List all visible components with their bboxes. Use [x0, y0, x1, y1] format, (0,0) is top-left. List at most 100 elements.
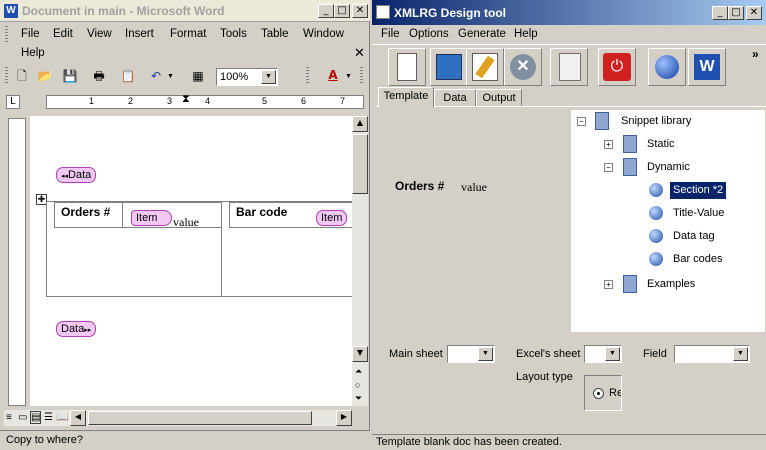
toolbar-grip[interactable]	[5, 67, 8, 85]
tree-item-section[interactable]: Section *2	[668, 181, 728, 200]
close-icon[interactable]: ✕	[746, 6, 762, 20]
print-icon[interactable]: 🖶	[89, 66, 109, 86]
menu-format[interactable]: Format	[170, 25, 206, 43]
snippet-tree[interactable]: − Snippet library + Static − Dynamic Sec…	[571, 110, 765, 332]
vertical-scrollbar[interactable]: ▲ ▼ ⏶ ○ ⏷	[352, 116, 368, 406]
scroll-right-icon[interactable]: ▶	[336, 410, 352, 426]
maximize-icon[interactable]: □	[334, 4, 350, 18]
xmlrg-app-icon	[376, 5, 390, 19]
tree-item-dynamic[interactable]: Dynamic	[647, 159, 690, 176]
scroll-up-icon[interactable]: ▲	[352, 116, 368, 132]
menu-view[interactable]: View	[87, 25, 112, 43]
column-marker-icon[interactable]: ⧗	[182, 93, 190, 106]
outline-view-icon[interactable]: ☰	[44, 412, 53, 423]
tab-template[interactable]: Template	[378, 87, 434, 107]
item-tag-1[interactable]: Item	[131, 210, 173, 226]
save-icon[interactable]: 💾	[60, 66, 80, 86]
undo-dropdown-icon[interactable]: ▼	[167, 73, 174, 80]
data-start-tag[interactable]: ◂◂Data	[56, 167, 97, 183]
excel-sheet-select[interactable]: ▼	[584, 345, 622, 363]
horizontal-ruler[interactable]: L 1 2 3 4 5 6 7 ⧗	[4, 93, 366, 111]
field-select[interactable]: ▼	[674, 345, 750, 363]
word-titlebar[interactable]: W Document in main - Microsoft Word _ □ …	[0, 0, 370, 22]
minimize-icon[interactable]: _	[712, 6, 728, 20]
tree-item-static[interactable]: Static	[647, 136, 675, 153]
menu-file[interactable]: File	[21, 25, 40, 43]
open-folder-icon[interactable]: 📂	[35, 66, 55, 86]
table-icon[interactable]: ▦	[188, 66, 208, 86]
menu-help[interactable]: Help	[514, 25, 538, 43]
edit-template-button[interactable]	[466, 48, 504, 86]
collapse-icon[interactable]: −	[604, 163, 613, 172]
toolbar-overflow[interactable]	[360, 67, 363, 85]
hscroll-thumb[interactable]	[88, 411, 312, 425]
open-template-button[interactable]	[430, 48, 468, 86]
maximize-icon[interactable]: □	[728, 6, 744, 20]
next-page-icon[interactable]: ⏷	[355, 393, 362, 404]
header-cell-orders[interactable]: Orders #	[55, 203, 123, 227]
zoom-select[interactable]: 100% ▼	[216, 68, 278, 86]
horizontal-scrollbar[interactable]: ≡ ▭ ▤ ☰ 📖 ◀ ▶	[4, 410, 352, 426]
tree-item-data-tag[interactable]: Data tag	[673, 228, 715, 245]
clipboard-button[interactable]	[550, 48, 588, 86]
chevron-down-icon[interactable]: ▼	[605, 347, 620, 361]
web-button[interactable]	[648, 48, 686, 86]
font-color-icon[interactable]: A	[323, 65, 343, 85]
power-button[interactable]: ⏻	[598, 48, 636, 86]
menubar-grip[interactable]	[5, 26, 8, 42]
tab-output[interactable]: Output	[476, 89, 522, 107]
chevron-down-icon[interactable]: ▼	[478, 347, 493, 361]
xmlrg-titlebar[interactable]: XMLRG Design tool _ □ ✕	[372, 0, 766, 25]
scroll-thumb[interactable]	[352, 134, 368, 194]
paste-icon[interactable]: 📋	[118, 66, 138, 86]
tree-item-bar-codes[interactable]: Bar codes	[673, 251, 723, 268]
menu-generate[interactable]: Generate	[458, 25, 506, 43]
menu-table[interactable]: Table	[261, 25, 289, 43]
prev-page-icon[interactable]: ⏶	[355, 366, 362, 377]
print-view-icon[interactable]: ▤	[30, 411, 42, 424]
tree-item-title-value[interactable]: Title-Value	[673, 205, 724, 222]
normal-view-icon[interactable]: ≡	[6, 412, 12, 423]
layout-radio[interactable]	[593, 388, 604, 399]
menu-insert[interactable]: Insert	[125, 25, 154, 43]
tab-stop-icon[interactable]: L	[6, 95, 20, 109]
menu-tools[interactable]: Tools	[220, 25, 247, 43]
vertical-ruler[interactable]	[8, 118, 26, 406]
cancel-button[interactable]: ✕	[504, 48, 542, 86]
toolbar-chevron-icon[interactable]: »	[752, 47, 759, 61]
xmlrg-status-text: Template blank doc has been created.	[376, 436, 562, 448]
new-template-button[interactable]	[388, 48, 426, 86]
chevron-down-icon[interactable]: ▼	[733, 347, 748, 361]
menu-edit[interactable]: Edit	[53, 25, 73, 43]
reading-view-icon[interactable]: 📖	[56, 412, 68, 423]
menu-help[interactable]: Help	[21, 44, 45, 62]
collapse-icon[interactable]: −	[577, 117, 586, 126]
data-end-tag[interactable]: Data▸▸	[56, 321, 97, 337]
undo-icon[interactable]: ↶	[146, 66, 166, 86]
browse-object-icon[interactable]: ○	[355, 380, 360, 390]
scroll-left-icon[interactable]: ◀	[70, 410, 86, 426]
minimize-icon[interactable]: _	[318, 4, 334, 18]
menu-window[interactable]: Window	[303, 25, 344, 43]
document-page[interactable]: ◂◂Data ✚ Orders # Item value Bar code It…	[30, 116, 352, 406]
web-view-icon[interactable]: ▭	[18, 412, 27, 423]
item-tag-2[interactable]: Item	[316, 210, 348, 226]
tree-item-examples[interactable]: Examples	[647, 276, 695, 293]
font-color-dropdown-icon[interactable]: ▼	[345, 73, 352, 80]
expand-icon[interactable]: +	[604, 140, 613, 149]
new-doc-icon[interactable]: 🗋	[12, 66, 32, 86]
main-sheet-select[interactable]: ▼	[447, 345, 495, 363]
item-tag-label: Item	[321, 212, 343, 224]
value-field[interactable]: value	[173, 215, 199, 230]
menu-options[interactable]: Options	[409, 25, 449, 43]
tree-item-root[interactable]: Snippet library	[621, 113, 691, 130]
chevron-down-icon[interactable]: ▼	[261, 70, 276, 84]
tab-data[interactable]: Data	[434, 89, 476, 107]
scroll-down-icon[interactable]: ▼	[352, 346, 368, 362]
expand-icon[interactable]: +	[604, 280, 613, 289]
toolbar-grip-2[interactable]	[306, 67, 309, 85]
menu-file[interactable]: File	[381, 25, 400, 43]
close-document-icon[interactable]: ✕	[354, 45, 365, 61]
close-icon[interactable]: ✕	[352, 4, 368, 18]
word-export-button[interactable]: W	[688, 48, 726, 86]
